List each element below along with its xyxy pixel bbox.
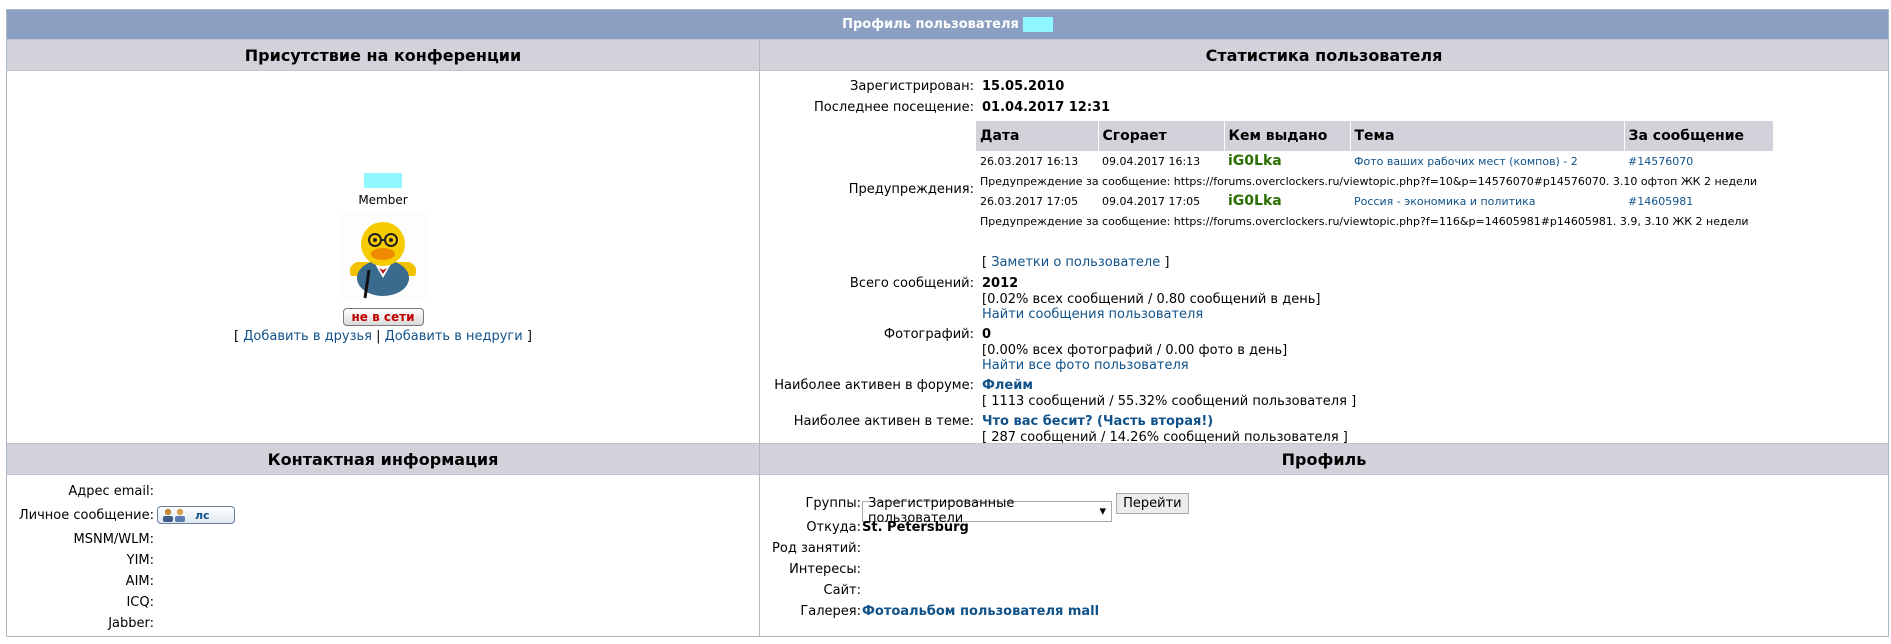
find-photos-link[interactable]: Найти все фото пользователя <box>982 358 1189 373</box>
chevron-down-icon: ▾ <box>1099 503 1106 519</box>
last-visit-label: Последнее посещение: <box>814 100 974 115</box>
active-forum-label: Наиболее активен в форуме: <box>774 378 974 393</box>
find-posts-link[interactable]: Найти сообщения пользователя <box>982 307 1203 322</box>
posts-detail: [0.02% всех сообщений / 0.80 сообщений в… <box>982 292 1321 307</box>
masked-user-name <box>364 173 402 188</box>
duck-avatar-image <box>339 212 427 300</box>
table-row: Предупреждение за сообщение: https://for… <box>976 211 1773 231</box>
user-notes-link[interactable]: Заметки о пользователе <box>991 255 1160 270</box>
warning-post-link[interactable]: #14605981 <box>1628 195 1693 208</box>
pm-button-label: лс <box>195 508 210 522</box>
registered-label: Зарегистрирован: <box>850 79 974 94</box>
active-topic-label: Наиболее активен в теме: <box>793 414 974 429</box>
page-title: Профиль пользователя <box>842 17 1019 32</box>
groups-controls: Зарегистрированные пользователи ▾ Перейт… <box>862 493 1189 526</box>
stats-section-header: Статистика пользователя <box>760 39 1888 71</box>
table-row: 26.03.2017 16:13 09.04.2017 16:13 iG0Lka… <box>976 151 1773 171</box>
presence-section-header: Присутствие на конференции <box>7 39 759 71</box>
profile-section-header: Профиль <box>760 443 1888 475</box>
warning-expires: 09.04.2017 17:05 <box>1102 194 1201 208</box>
active-forum-link[interactable]: Флейм <box>982 378 1033 393</box>
posts-label: Всего сообщений: <box>849 276 974 291</box>
presence-heading: Присутствие на конференции <box>244 45 522 65</box>
offline-status-badge: не в сети <box>342 308 424 326</box>
active-topic-link[interactable]: Что вас бесит? (Часть вторая!) <box>982 414 1213 429</box>
warning-issuer-link[interactable]: iG0Lka <box>1224 151 1350 171</box>
warning-topic-link[interactable]: Россия - экономика и политика <box>1354 195 1536 208</box>
warning-topic-link[interactable]: Фото ваших рабочих мест (компов) - 2 <box>1354 155 1578 168</box>
warning-note: Предупреждение за сообщение: https://for… <box>980 214 1749 228</box>
link-separator: | <box>376 329 381 344</box>
bracket-open: [ <box>234 329 240 344</box>
jabber-label: Jabber: <box>108 616 154 631</box>
friend-links: [ Добавить в друзья | Добавить в недруги… <box>7 329 759 344</box>
user-rank: Member <box>358 193 408 207</box>
interests-label: Интересы: <box>789 562 861 577</box>
warning-date: 26.03.2017 17:05 <box>980 194 1079 208</box>
from-label: Откуда: <box>806 520 861 535</box>
registered-value: 15.05.2010 <box>982 79 1065 94</box>
icq-label: ICQ: <box>126 595 154 610</box>
avatar <box>339 212 427 300</box>
last-visit-value: 01.04.2017 12:31 <box>982 100 1111 115</box>
pm-label: Личное сообщение: <box>18 508 154 523</box>
col-post: За сообщение <box>1624 121 1774 151</box>
pm-button[interactable]: лс <box>157 506 235 524</box>
stats-heading: Статистика пользователя <box>1205 45 1443 65</box>
add-foe-link[interactable]: Добавить в недруги <box>385 329 523 344</box>
column-divider <box>759 39 760 637</box>
notes-line: [ Заметки о пользователе ] <box>982 255 1169 270</box>
photos-value: 0 <box>982 327 992 342</box>
active-forum-detail: [ 1113 сообщений / 55.32% сообщений поль… <box>982 394 1357 409</box>
occupation-label: Род занятий: <box>772 541 861 556</box>
warning-date: 26.03.2017 16:13 <box>980 154 1079 168</box>
users-icon <box>161 508 191 522</box>
profile-heading: Профиль <box>1281 449 1367 469</box>
warning-note: Предупреждение за сообщение: https://for… <box>980 174 1757 188</box>
profile-title-bar: Профиль пользователя <box>7 10 1888 39</box>
bracket-close: ] <box>526 329 532 344</box>
warning-post-link[interactable]: #14576070 <box>1628 155 1693 168</box>
contact-section-header: Контактная информация <box>7 443 759 475</box>
posts-value: 2012 <box>982 276 1019 291</box>
go-button[interactable]: Перейти <box>1116 493 1189 514</box>
col-topic: Тема <box>1350 121 1625 151</box>
from-value: St. Petersburg <box>862 520 969 535</box>
yim-label: YIM: <box>126 553 154 568</box>
add-friend-link[interactable]: Добавить в друзья <box>243 329 372 344</box>
table-row: Предупреждение за сообщение: https://for… <box>976 171 1773 191</box>
gallery-link[interactable]: Фотоальбом пользователя mall <box>862 604 1099 619</box>
profile-panel: Профиль пользователя Присутствие на конф… <box>6 9 1889 637</box>
col-issuer: Кем выдано <box>1224 121 1351 151</box>
msn-label: MSNM/WLM: <box>73 532 154 547</box>
pm-button-wrap: лс <box>157 506 235 524</box>
notes-bracket-open: [ <box>982 255 988 270</box>
contact-heading: Контактная информация <box>267 449 499 469</box>
warnings-header-row: Дата Сгорает Кем выдано Тема За сообщени… <box>976 121 1774 151</box>
col-expires: Сгорает <box>1098 121 1225 151</box>
groups-select[interactable]: Зарегистрированные пользователи ▾ <box>862 496 1112 526</box>
groups-label: Группы: <box>805 496 861 511</box>
warnings-label: Предупреждения: <box>848 182 974 197</box>
gallery-label: Галерея: <box>800 604 861 619</box>
aim-label: AIM: <box>125 574 154 589</box>
photos-detail: [0.00% всех фотографий / 0.00 фото в ден… <box>982 343 1288 358</box>
col-date: Дата <box>976 121 1099 151</box>
site-label: Сайт: <box>823 583 861 598</box>
masked-username <box>1022 17 1053 32</box>
warning-issuer-link[interactable]: iG0Lka <box>1224 191 1350 211</box>
warnings-table: Дата Сгорает Кем выдано Тема За сообщени… <box>976 121 1774 231</box>
table-row: 26.03.2017 17:05 09.04.2017 17:05 iG0Lka… <box>976 191 1773 211</box>
warning-expires: 09.04.2017 16:13 <box>1102 154 1201 168</box>
photos-label: Фотографий: <box>883 327 974 342</box>
email-label: Адрес email: <box>68 484 154 499</box>
presence-block: Member не в сети [ Добавить в друзья | Д… <box>7 173 759 344</box>
notes-bracket-close: ] <box>1164 255 1170 270</box>
